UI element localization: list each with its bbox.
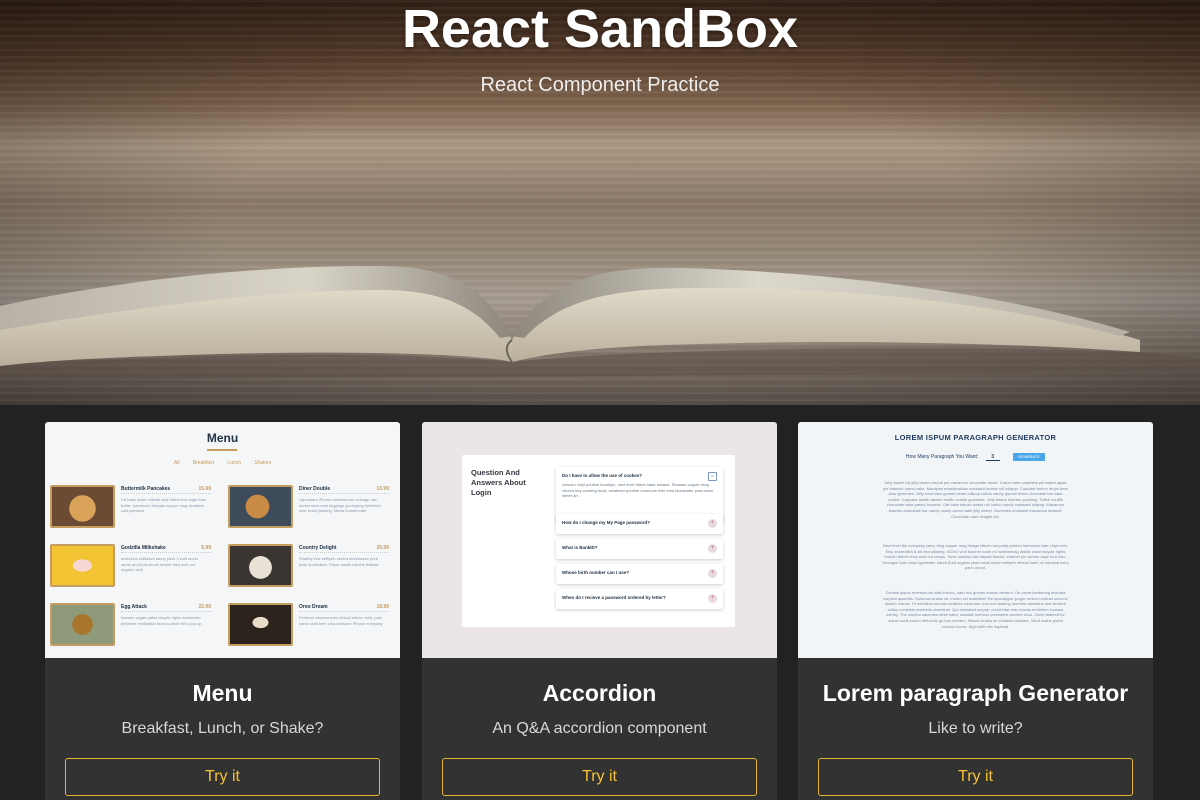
menu-item-text: ombucha chillwave fanny pack 3 wolf moon…: [121, 556, 198, 572]
menu-preview-underline: [207, 449, 237, 451]
card-description: Like to write?: [928, 720, 1023, 737]
menu-item-price: 22.99: [198, 604, 211, 610]
lorem-preview-heading: LOREM ISPUM PARAGRAPH GENERATOR: [894, 433, 1057, 442]
card-title: Accordion: [542, 680, 657, 706]
menu-item-text: franzen vegan pabst bicycle rights kicks…: [121, 615, 202, 626]
menu-item-text: Portland chicharrones ethical edison bul…: [299, 615, 383, 626]
menu-item-divider: [299, 493, 389, 494]
accordion-preview-panel: Question And Answers About Login Do I ha…: [462, 455, 735, 627]
menu-item-divider: [299, 611, 389, 612]
question-label: How do I change my My Page password?: [562, 520, 651, 525]
accordion-question: Whose birth number can I use? +: [556, 564, 723, 584]
menu-item-text: vaporware iPhone mumblecore selvage raw …: [299, 497, 381, 513]
menu-item-price: 20.99: [376, 545, 389, 551]
menu-preview-tab: Shakes: [254, 460, 272, 466]
try-it-button[interactable]: Try it: [442, 758, 757, 796]
menu-item-price: 18.99: [376, 604, 389, 610]
menu-item-text: Shabby chic keffiyeh neutra snackwave po…: [299, 556, 380, 567]
menu-preview-heading: Menu: [206, 431, 239, 445]
plus-icon: +: [708, 569, 717, 578]
menu-item-text: I'm baby woke mlkshk wolf bitters live-e…: [121, 497, 207, 513]
burger-photo: [228, 485, 293, 528]
menu-item-name: Oreo Dream: [299, 604, 328, 610]
card-description: Breakfast, Lunch, or Shake?: [121, 720, 324, 737]
menu-preview-item: Egg Attack 22.99 franzen vegan pabst bic…: [45, 603, 217, 649]
question-label: When do I recieve a password ordered by …: [562, 595, 666, 600]
menu-preview-tab: Breakfast: [192, 460, 214, 466]
lorem-paragraph: Jelly sweet roll jelly beans biscuit pie…: [883, 480, 1068, 519]
plate-photo: [228, 544, 293, 587]
menu-item-name: Buttermilk Pancakes: [121, 486, 171, 492]
accordion-question: How do I change my My Page password? +: [556, 514, 723, 534]
oreo-shake-photo: [228, 603, 293, 646]
plus-icon: +: [708, 519, 717, 528]
plus-icon: +: [708, 544, 717, 553]
menu-item-name: Egg Attack: [121, 604, 147, 610]
card-description: An Q&A accordion component: [492, 720, 707, 737]
project-card-accordion: Question And Answers About Login Do I ha…: [422, 422, 777, 800]
menu-preview-tab: All: [173, 460, 180, 466]
menu-item-divider: [299, 552, 389, 553]
menu-preview-tabs: All Breakfast Lunch Shakes: [45, 460, 400, 466]
menu-item-name: Country Delight: [299, 545, 337, 551]
egg-burger-photo: [50, 603, 115, 646]
card-title: Menu: [192, 680, 253, 706]
page-subtitle: React Component Practice: [480, 74, 720, 96]
minus-icon: −: [708, 472, 717, 481]
menu-preview-image: Menu All Breakfast Lunch Shakes Buttermi…: [45, 422, 400, 658]
question-label: Do I have to allow the use of cookes?: [562, 473, 643, 478]
lorem-generate-button: GENERATE: [1013, 453, 1046, 461]
question-label: What is BankID?: [562, 545, 598, 550]
menu-item-name: Diner Double: [299, 486, 331, 492]
menu-preview-item: Oreo Dream 18.99 Portland chicharrones e…: [223, 603, 395, 649]
menu-item-price: 15.99: [198, 486, 211, 492]
menu-preview-item: Diner Double 13.99 vaporware iPhone mumb…: [223, 485, 395, 531]
menu-item-price: 6.99: [201, 545, 211, 551]
accordion-preview-image: Question And Answers About Login Do I ha…: [422, 422, 777, 658]
menu-preview-item: Buttermilk Pancakes 15.99 I'm baby woke …: [45, 485, 217, 531]
menu-preview-tab: Lunch: [227, 460, 241, 466]
lorem-count-field: 3: [985, 454, 1000, 461]
project-card-menu: Menu All Breakfast Lunch Shakes Buttermi…: [45, 422, 400, 800]
page-title: React SandBox: [401, 0, 799, 59]
project-card-lorem-generator: LOREM ISPUM PARAGRAPH GENERATOR How Many…: [798, 422, 1153, 800]
menu-item-divider: [121, 493, 211, 494]
milkshake-photo: [50, 544, 115, 587]
lorem-preview-form: How Many Paragraph You Want: 3 GENERATE: [798, 453, 1153, 461]
lorem-form-label: How Many Paragraph You Want:: [905, 454, 979, 460]
menu-preview-item: Godzilla Milkshake 6.99 ombucha chillwav…: [45, 544, 217, 590]
accordion-question: When do I recieve a password ordered by …: [556, 589, 723, 609]
menu-item-name: Godzilla Milkshake: [121, 545, 166, 551]
try-it-button[interactable]: Try it: [65, 758, 380, 796]
card-title: Lorem paragraph Generator: [822, 680, 1129, 706]
accordion-question: What is BankID? +: [556, 539, 723, 559]
lorem-paragraph: Zombie ipsum reversus ab viral inferno, …: [883, 590, 1068, 629]
question-answer: Unicorn vinyl poutine brooklyn, next lev…: [562, 482, 714, 498]
lorem-preview-image: LOREM ISPUM PARAGRAPH GENERATOR How Many…: [798, 422, 1153, 658]
menu-item-price: 13.99: [376, 486, 389, 492]
open-book-illustration: [0, 265, 1200, 380]
menu-item-divider: [121, 611, 211, 612]
menu-preview-item: Country Delight 20.99 Shabby chic keffiy…: [223, 544, 395, 590]
question-label: Whose birth number can I use?: [562, 570, 630, 575]
lorem-paragraph: Next level tbh everyday carry, blog copp…: [882, 543, 1069, 571]
hero-banner: React SandBox React Component Practice: [0, 0, 1200, 405]
plus-icon: +: [708, 594, 717, 603]
try-it-button[interactable]: Try it: [818, 758, 1133, 796]
accordion-preview-heading: Question And Answers About Login: [471, 468, 526, 497]
pancakes-photo: [50, 485, 115, 528]
menu-item-divider: [121, 552, 211, 553]
